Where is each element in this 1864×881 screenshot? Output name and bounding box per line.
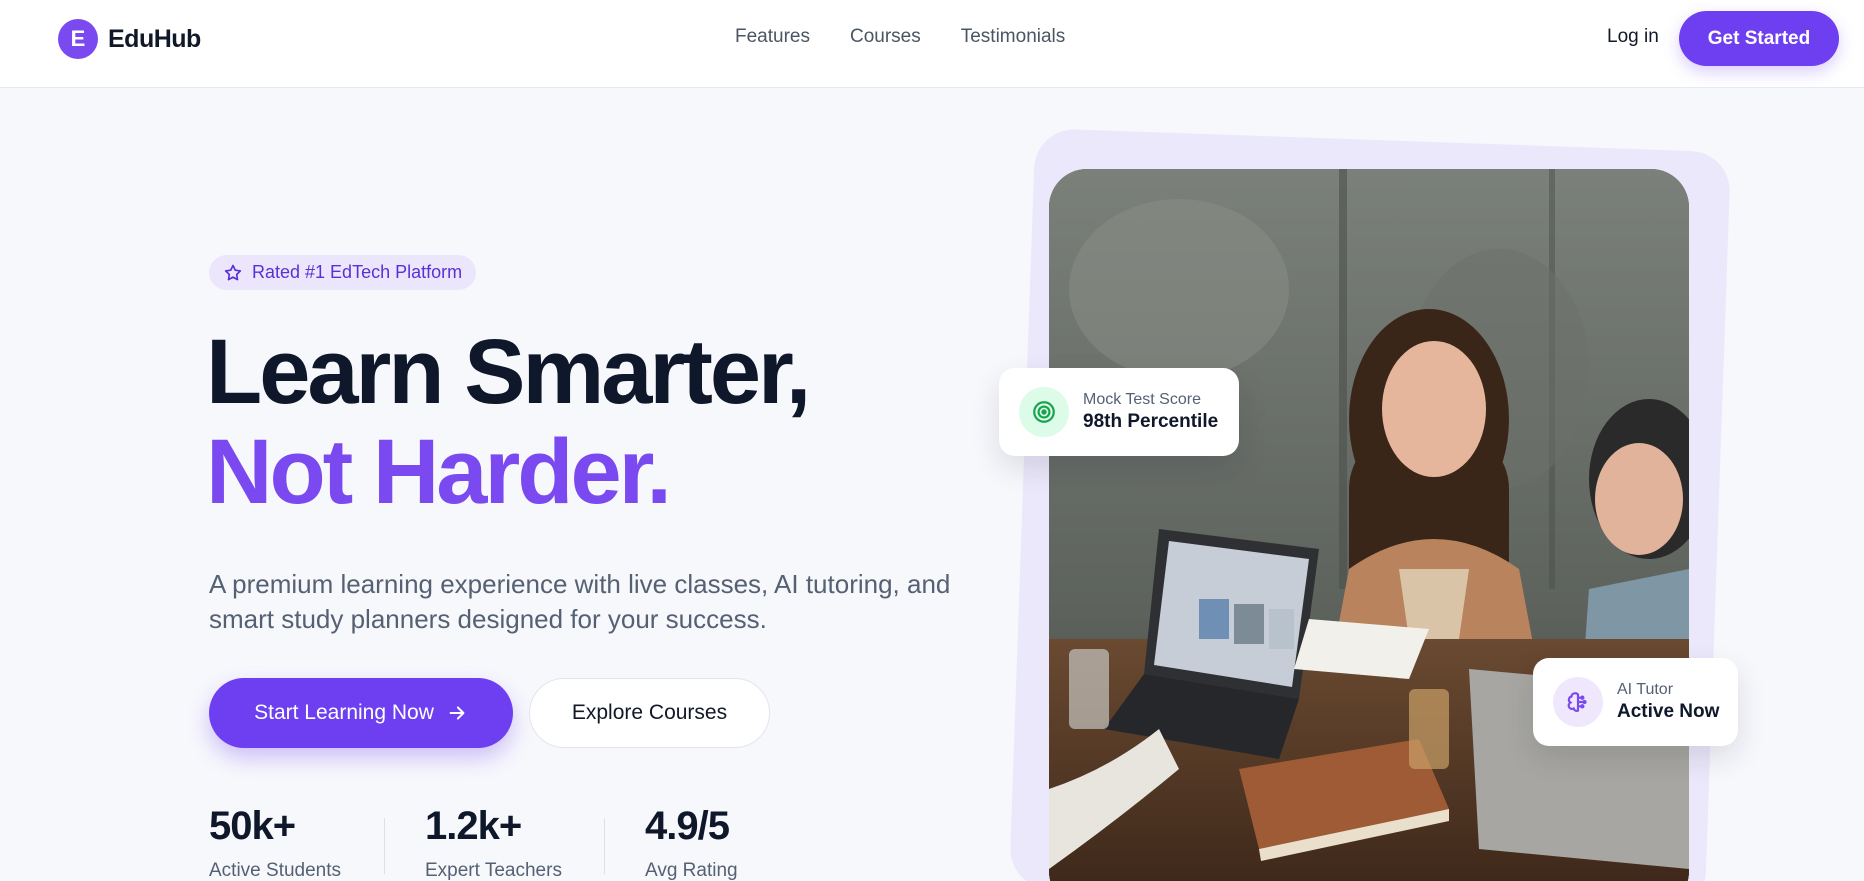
stat-label: Avg Rating xyxy=(645,860,738,881)
badge-text: Rated #1 EdTech Platform xyxy=(252,262,463,282)
logo-mark: E xyxy=(58,19,98,59)
explore-courses-button[interactable]: Explore Courses xyxy=(529,678,770,748)
ai-tutor-label: AI Tutor xyxy=(1617,681,1674,698)
start-learning-label: Start Learning Now xyxy=(254,701,434,724)
start-learning-button[interactable]: Start Learning Now xyxy=(209,678,513,748)
target-icon xyxy=(1019,387,1069,437)
stat-value: 1.2k+ xyxy=(425,804,522,848)
stat-value: 50k+ xyxy=(209,804,296,848)
stat-divider xyxy=(384,818,385,874)
login-link[interactable]: Log in xyxy=(1607,26,1659,48)
nav-link-courses[interactable]: Courses xyxy=(850,26,921,48)
nav-link-testimonials[interactable]: Testimonials xyxy=(961,26,1066,48)
main-nav: Features Courses Testimonials xyxy=(735,26,1065,48)
ai-tutor-value: Active Now xyxy=(1617,701,1720,722)
students-photo-illustration xyxy=(1049,169,1689,881)
stat-value: 4.9/5 xyxy=(645,804,730,848)
star-icon xyxy=(224,264,242,280)
site-header: E EduHub Features Courses Testimonials L… xyxy=(0,0,1864,88)
mock-test-value: 98th Percentile xyxy=(1083,411,1219,432)
mock-test-label: Mock Test Score xyxy=(1083,391,1201,408)
stat-label: Active Students xyxy=(209,860,342,881)
stat-teachers: 1.2k+ Expert Teachers xyxy=(425,806,562,881)
get-started-button[interactable]: Get Started xyxy=(1679,11,1839,66)
ai-tutor-card: AI Tutor Active Now xyxy=(1533,658,1738,746)
nav-link-features[interactable]: Features xyxy=(735,26,810,48)
stat-students: 50k+ Active Students xyxy=(209,806,341,881)
rating-badge: Rated #1 EdTech Platform xyxy=(209,255,477,290)
hero-subtitle: A premium learning experience with live … xyxy=(209,569,951,634)
stat-divider xyxy=(604,818,605,874)
stat-rating: 4.9/5 Avg Rating xyxy=(645,806,738,881)
hero-title-line1: Learn Smarter, xyxy=(206,321,811,423)
brand-name: EduHub xyxy=(108,24,201,53)
ai-tutor-text: AI Tutor Active Now xyxy=(1617,681,1719,723)
hero-photo xyxy=(1049,169,1689,881)
stat-label: Expert Teachers xyxy=(425,860,562,881)
brain-icon xyxy=(1553,677,1603,727)
logo[interactable]: E EduHub xyxy=(58,19,201,59)
hero-title-line2: Not Harder. xyxy=(206,421,672,523)
mock-test-text: Mock Test Score 98th Percentile xyxy=(1083,391,1218,433)
mock-test-card: Mock Test Score 98th Percentile xyxy=(999,368,1239,456)
arrow-right-icon xyxy=(449,706,465,720)
